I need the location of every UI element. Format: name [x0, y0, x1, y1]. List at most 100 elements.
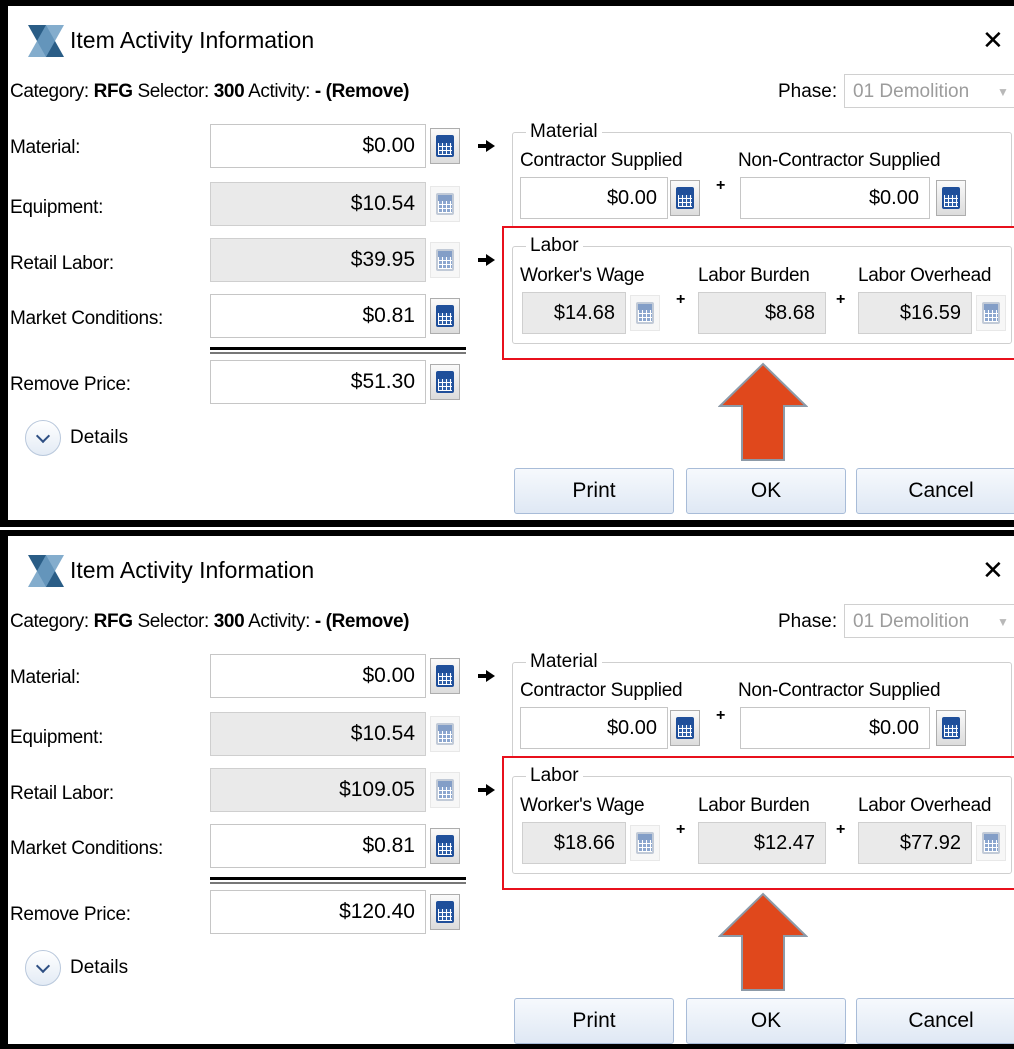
contractor-supplied-label: Contractor Supplied: [520, 680, 683, 701]
details-label: Details: [70, 957, 129, 978]
equipment-field: $10.54: [210, 712, 426, 756]
retail-labor-label: Retail Labor:: [10, 783, 114, 804]
selector-value: 300: [213, 81, 245, 102]
ok-button[interactable]: OK: [686, 468, 846, 514]
up-arrow-icon: [718, 892, 808, 991]
calculator-icon[interactable]: [430, 828, 460, 864]
retail-labor-field: $39.95: [210, 238, 426, 282]
sum-divider: [210, 352, 466, 354]
calculator-icon[interactable]: [430, 128, 460, 164]
print-button[interactable]: Print: [514, 998, 674, 1044]
calculator-icon: [430, 716, 460, 752]
frame-border-top: [0, 0, 1014, 6]
category-value: RFG: [93, 81, 133, 102]
close-icon[interactable]: ✕: [982, 24, 1004, 56]
labor-highlight-box: [502, 756, 1014, 890]
selector-label: Selector:: [137, 81, 209, 102]
retail-labor-label: Retail Labor:: [10, 253, 114, 274]
remove-price-field[interactable]: $120.40: [210, 890, 426, 934]
right-arrow-icon: [478, 140, 495, 152]
retail-labor-field: $109.05: [210, 768, 426, 812]
non-contractor-supplied-field[interactable]: $0.00: [740, 707, 930, 749]
activity-label: Activity:: [248, 81, 310, 102]
calculator-icon[interactable]: [670, 180, 700, 216]
market-conditions-field[interactable]: $0.81: [210, 294, 426, 338]
dialog-panel-1: Item Activity Information ✕ Category: RF…: [0, 0, 1014, 527]
up-arrow-icon: [718, 362, 808, 461]
frame-border-bottom: [0, 1044, 1014, 1049]
chevron-down-icon: [35, 958, 51, 974]
non-contractor-supplied-label: Non-Contractor Supplied: [738, 150, 941, 171]
cancel-button[interactable]: Cancel: [856, 998, 1014, 1044]
right-arrow-icon: [478, 784, 495, 796]
contractor-supplied-label: Contractor Supplied: [520, 150, 683, 171]
phase-label: Phase:: [778, 81, 838, 102]
equipment-field: $10.54: [210, 182, 426, 226]
market-conditions-field[interactable]: $0.81: [210, 824, 426, 868]
selector-label: Selector:: [137, 611, 209, 632]
phase-value: 01 Demolition: [853, 611, 970, 632]
dialog-title: Item Activity Information: [70, 557, 315, 583]
dialog-panel-2: Item Activity Information ✕ Category: RF…: [0, 530, 1014, 1049]
labor-highlight-box: [502, 226, 1014, 360]
material-group-title: Material: [526, 651, 602, 673]
material-field[interactable]: $0.00: [210, 124, 426, 168]
right-arrow-icon: [478, 254, 495, 266]
plus-sign: +: [716, 707, 726, 724]
market-conditions-label: Market Conditions:: [10, 838, 164, 859]
calculator-icon[interactable]: [430, 298, 460, 334]
close-icon[interactable]: ✕: [982, 554, 1004, 586]
contractor-supplied-field[interactable]: $0.00: [520, 177, 668, 219]
phase-dropdown[interactable]: 01 Demolition ▼: [844, 74, 1014, 108]
calculator-icon: [430, 186, 460, 222]
calculator-icon[interactable]: [430, 894, 460, 930]
right-arrow-icon: [478, 670, 495, 682]
equipment-label: Equipment:: [10, 727, 104, 748]
activity-value: - (Remove): [314, 81, 410, 102]
equipment-label: Equipment:: [10, 197, 104, 218]
app-logo-icon: [28, 555, 64, 587]
sum-divider: [210, 882, 466, 884]
non-contractor-supplied-field[interactable]: $0.00: [740, 177, 930, 219]
cancel-button[interactable]: Cancel: [856, 468, 1014, 514]
app-logo-icon: [28, 25, 64, 57]
material-label: Material:: [10, 137, 81, 158]
remove-price-label: Remove Price:: [10, 374, 131, 395]
selector-value: 300: [213, 611, 245, 632]
details-toggle-button[interactable]: [25, 950, 61, 986]
calculator-icon[interactable]: [430, 364, 460, 400]
details-label: Details: [70, 427, 129, 448]
activity-value: - (Remove): [314, 611, 410, 632]
material-label: Material:: [10, 667, 81, 688]
frame-border-top: [0, 530, 1014, 536]
contractor-supplied-field[interactable]: $0.00: [520, 707, 668, 749]
calculator-icon[interactable]: [936, 180, 966, 216]
frame-border-bottom: [0, 520, 1014, 527]
category-label: Category:: [10, 81, 89, 102]
material-field[interactable]: $0.00: [210, 654, 426, 698]
print-button[interactable]: Print: [514, 468, 674, 514]
phase-value: 01 Demolition: [853, 81, 970, 102]
calculator-icon: [430, 242, 460, 278]
calculator-icon[interactable]: [936, 710, 966, 746]
remove-price-label: Remove Price:: [10, 904, 131, 925]
chevron-down-icon: [35, 428, 51, 444]
remove-price-field[interactable]: $51.30: [210, 360, 426, 404]
calculator-icon[interactable]: [670, 710, 700, 746]
category-line: Category: RFG Selector: 300 Activity: - …: [10, 608, 409, 636]
category-value: RFG: [93, 611, 133, 632]
non-contractor-supplied-label: Non-Contractor Supplied: [738, 680, 941, 701]
ok-button[interactable]: OK: [686, 998, 846, 1044]
sum-divider: [210, 877, 466, 880]
phase-dropdown[interactable]: 01 Demolition ▼: [844, 604, 1014, 638]
details-toggle-button[interactable]: [25, 420, 61, 456]
plus-sign: +: [716, 177, 726, 194]
dialog-title: Item Activity Information: [70, 27, 315, 53]
calculator-icon[interactable]: [430, 658, 460, 694]
category-line: Category: RFG Selector: 300 Activity: - …: [10, 78, 409, 106]
material-group-title: Material: [526, 121, 602, 143]
chevron-down-icon: ▼: [997, 615, 1009, 629]
calculator-icon: [430, 772, 460, 808]
frame-border-left: [0, 0, 8, 527]
category-label: Category:: [10, 611, 89, 632]
